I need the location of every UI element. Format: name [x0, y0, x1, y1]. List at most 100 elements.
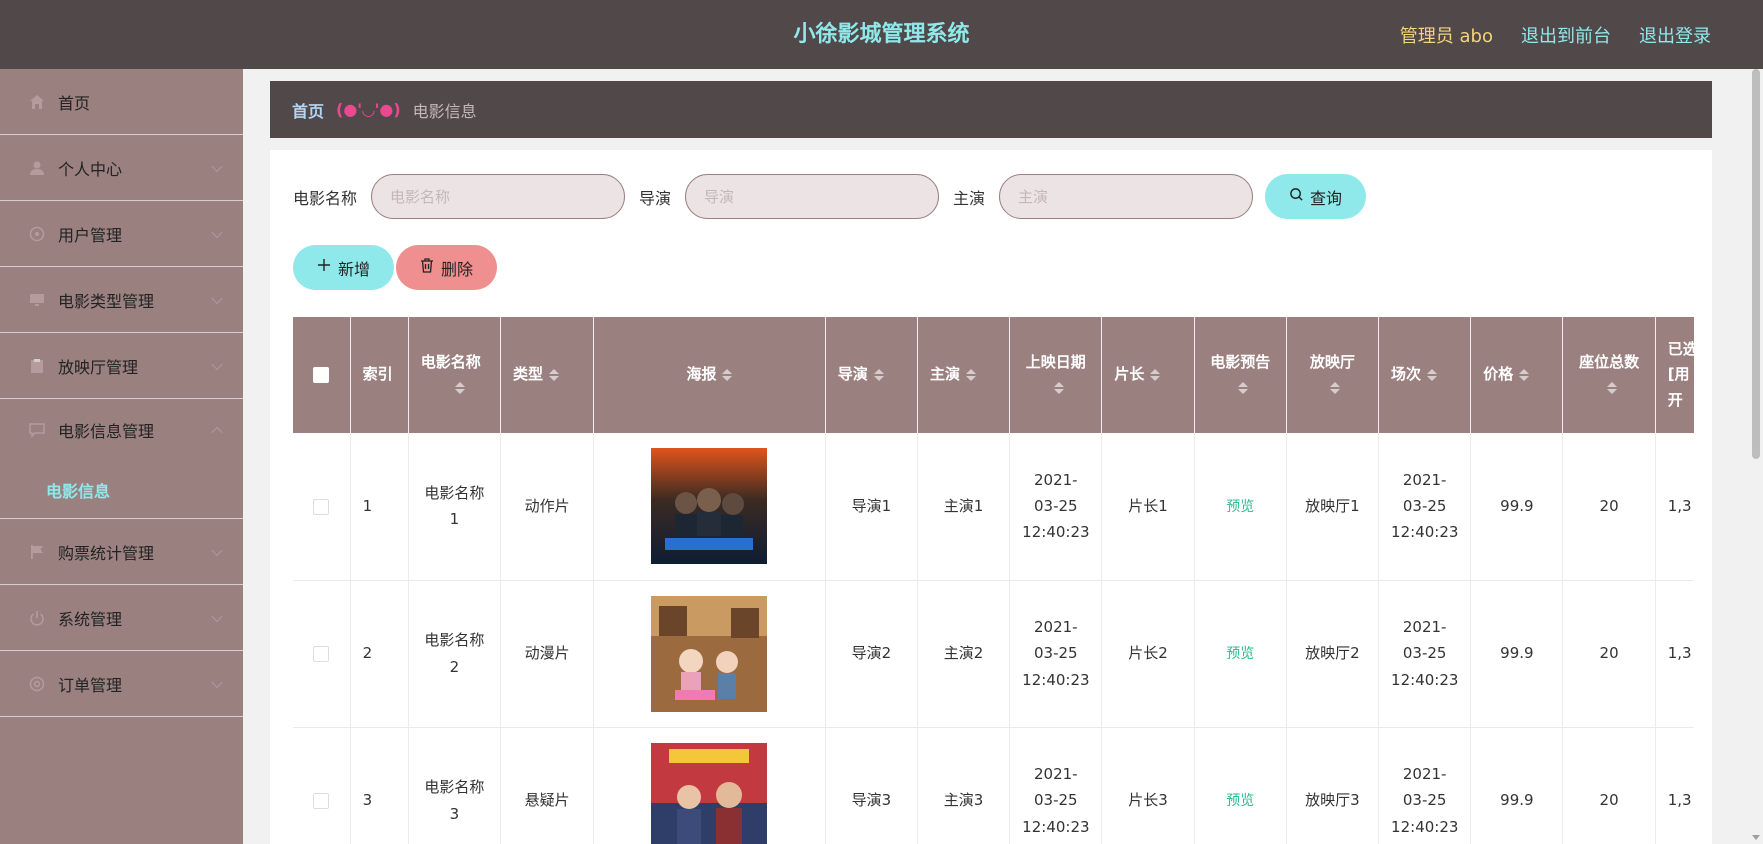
sidebar-subitem-movie-info[interactable]: 电影信息	[0, 461, 243, 519]
sort-icon[interactable]	[873, 368, 884, 381]
breadcrumb-separator: (●'◡'●)	[336, 100, 401, 119]
delete-button[interactable]: 删除	[396, 245, 497, 290]
header-release[interactable]: 上映日期	[1009, 317, 1103, 433]
row-checkbox[interactable]	[313, 498, 330, 515]
cell-seats: 20	[1562, 433, 1656, 581]
chevron-down-icon	[211, 160, 223, 172]
sidebar-item-label: 订单管理	[58, 675, 123, 695]
breadcrumb-home[interactable]: 首页	[292, 98, 324, 122]
cell-price: 99.9	[1470, 580, 1564, 728]
sidebar-item-movie-types[interactable]: 电影类型管理	[0, 267, 243, 333]
scroll-down-arrow-icon[interactable]	[1752, 835, 1760, 840]
power-icon	[28, 609, 46, 627]
sidebar-item-movie-info[interactable]: 电影信息管理	[0, 399, 243, 461]
row-select-cell	[293, 580, 351, 728]
select-all-checkbox[interactable]	[313, 366, 330, 383]
cell-poster	[593, 727, 826, 844]
poster-image[interactable]	[651, 742, 768, 844]
row-select-cell	[293, 727, 351, 844]
header-price[interactable]: 价格	[1470, 317, 1564, 433]
cell-type: 动作片	[500, 433, 595, 581]
header-poster-label: 海报	[686, 365, 717, 384]
poster-image[interactable]	[651, 448, 768, 565]
header-type[interactable]: 类型	[500, 317, 595, 433]
header-duration[interactable]: 片长	[1101, 317, 1195, 433]
cell-index: 2	[350, 580, 409, 728]
sidebar-item-system[interactable]: 系统管理	[0, 585, 243, 651]
plus-icon	[317, 258, 331, 277]
sort-icon[interactable]	[454, 381, 465, 394]
sidebar-item-ticket-stats[interactable]: 购票统计管理	[0, 519, 243, 585]
poster-image[interactable]	[651, 595, 768, 712]
header-director-label: 导演	[837, 365, 868, 384]
cell-type: 动漫片	[500, 580, 595, 728]
header-name[interactable]: 电影名称	[408, 317, 501, 433]
header-index: 索引	[350, 317, 409, 433]
sort-icon[interactable]	[1427, 368, 1438, 381]
header-session[interactable]: 场次	[1378, 317, 1472, 433]
sort-icon[interactable]	[1053, 381, 1064, 394]
chevron-up-icon	[211, 426, 223, 439]
users-icon	[28, 225, 46, 243]
cell-index: 1	[350, 433, 409, 581]
header-sold: 已选[用开	[1655, 317, 1694, 433]
actor-input[interactable]	[999, 174, 1254, 219]
header-poster[interactable]: 海报	[593, 317, 826, 433]
sidebar-item-label: 个人中心	[58, 159, 123, 179]
cell-name: 电影名称2	[408, 580, 501, 728]
cell-actor: 主演2	[917, 580, 1011, 728]
sort-icon[interactable]	[548, 368, 559, 381]
header-type-label: 类型	[512, 365, 543, 384]
cell-index: 3	[350, 727, 409, 844]
cell-release: 2021-03-25 12:40:23	[1009, 727, 1103, 844]
back-to-front-link[interactable]: 退出到前台	[1521, 22, 1611, 48]
sort-icon[interactable]	[1330, 381, 1341, 394]
cell-poster	[593, 580, 826, 728]
sort-icon[interactable]	[1519, 368, 1530, 381]
search-form: 电影名称 导演 主演 查询	[293, 174, 1367, 219]
header-director[interactable]: 导演	[825, 317, 918, 433]
cell-sold: 1,3	[1655, 433, 1694, 581]
header-actor[interactable]: 主演	[917, 317, 1011, 433]
preview-link[interactable]: 预览	[1226, 646, 1254, 662]
top-header: 小徐影城管理系统 管理员 abo 退出到前台 退出登录	[0, 0, 1763, 69]
sidebar-item-halls[interactable]: 放映厅管理	[0, 333, 243, 399]
row-checkbox[interactable]	[313, 645, 330, 662]
director-input[interactable]	[685, 174, 940, 219]
sidebar-item-label: 电影类型管理	[58, 291, 155, 311]
preview-link[interactable]: 预览	[1226, 793, 1254, 809]
add-button[interactable]: 新增	[293, 245, 394, 290]
header-seats[interactable]: 座位总数	[1562, 317, 1656, 433]
sort-icon[interactable]	[1607, 381, 1618, 394]
sidebar-item-orders[interactable]: 订单管理	[0, 651, 243, 717]
movie-name-input[interactable]	[371, 174, 626, 219]
header-price-label: 价格	[1483, 365, 1514, 384]
scrollbar-thumb[interactable]	[1752, 69, 1760, 459]
sort-icon[interactable]	[1238, 381, 1249, 394]
sort-icon[interactable]	[965, 368, 976, 381]
chevron-down-icon	[211, 676, 223, 688]
movie-table: 索引 电影名称 类型 海报 导演 主演 上映日期 片长 电影预告 放映厅 场次 …	[293, 317, 1694, 844]
page-scrollbar[interactable]	[1749, 69, 1763, 844]
header-hall[interactable]: 放映厅	[1286, 317, 1380, 433]
header-trailer[interactable]: 电影预告	[1194, 317, 1287, 433]
sidebar-item-profile[interactable]: 个人中心	[0, 135, 243, 201]
logout-link[interactable]: 退出登录	[1639, 22, 1711, 48]
action-buttons: 新增 删除	[293, 245, 497, 290]
cell-price: 99.9	[1470, 727, 1564, 844]
sidebar-item-home[interactable]: 首页	[0, 69, 243, 135]
sidebar-item-users[interactable]: 用户管理	[0, 201, 243, 267]
cell-hall: 放映厅3	[1286, 727, 1380, 844]
header-session-label: 场次	[1391, 365, 1422, 384]
cell-price: 99.9	[1470, 433, 1564, 581]
sort-icon[interactable]	[722, 368, 733, 381]
sidebar-item-label: 用户管理	[58, 225, 123, 245]
preview-link[interactable]: 预览	[1226, 499, 1254, 515]
chevron-down-icon	[211, 358, 223, 370]
query-button[interactable]: 查询	[1265, 174, 1367, 219]
monitor-icon	[28, 291, 46, 309]
header-name-label: 电影名称	[420, 352, 481, 371]
row-checkbox[interactable]	[313, 792, 330, 809]
select-all-header	[293, 317, 351, 433]
sort-icon[interactable]	[1150, 368, 1161, 381]
